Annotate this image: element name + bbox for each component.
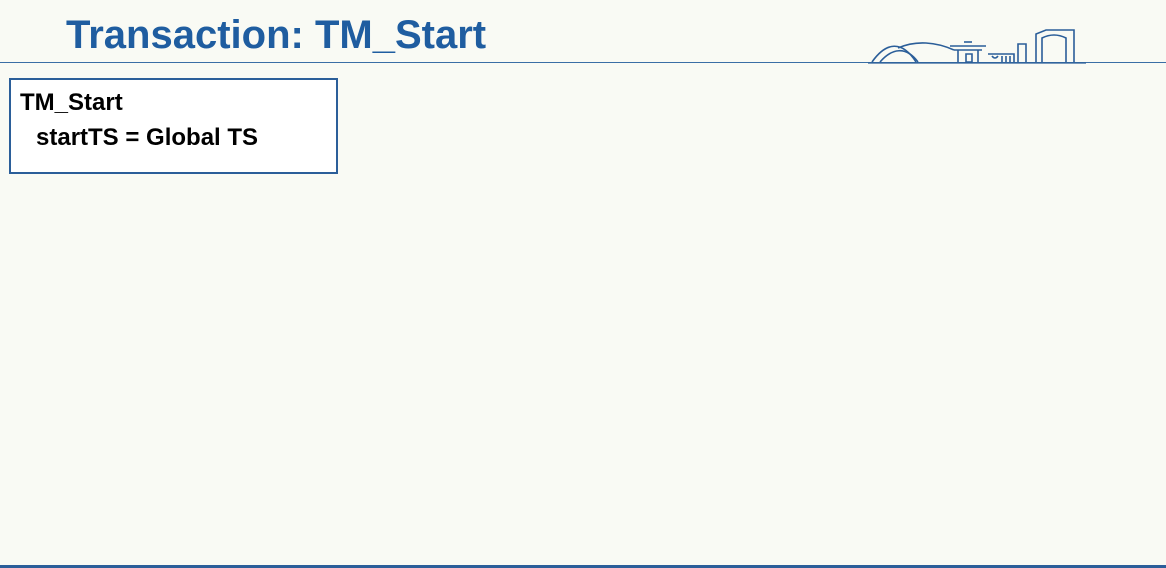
slide-title: Transaction: TM_Start [66,13,487,57]
code-line-function: TM_Start [20,89,123,116]
code-box: TM_Start startTS = Global TS [9,78,338,174]
code-line-statement: startTS = Global TS [36,124,259,151]
campus-skyline-icon [868,29,1086,64]
